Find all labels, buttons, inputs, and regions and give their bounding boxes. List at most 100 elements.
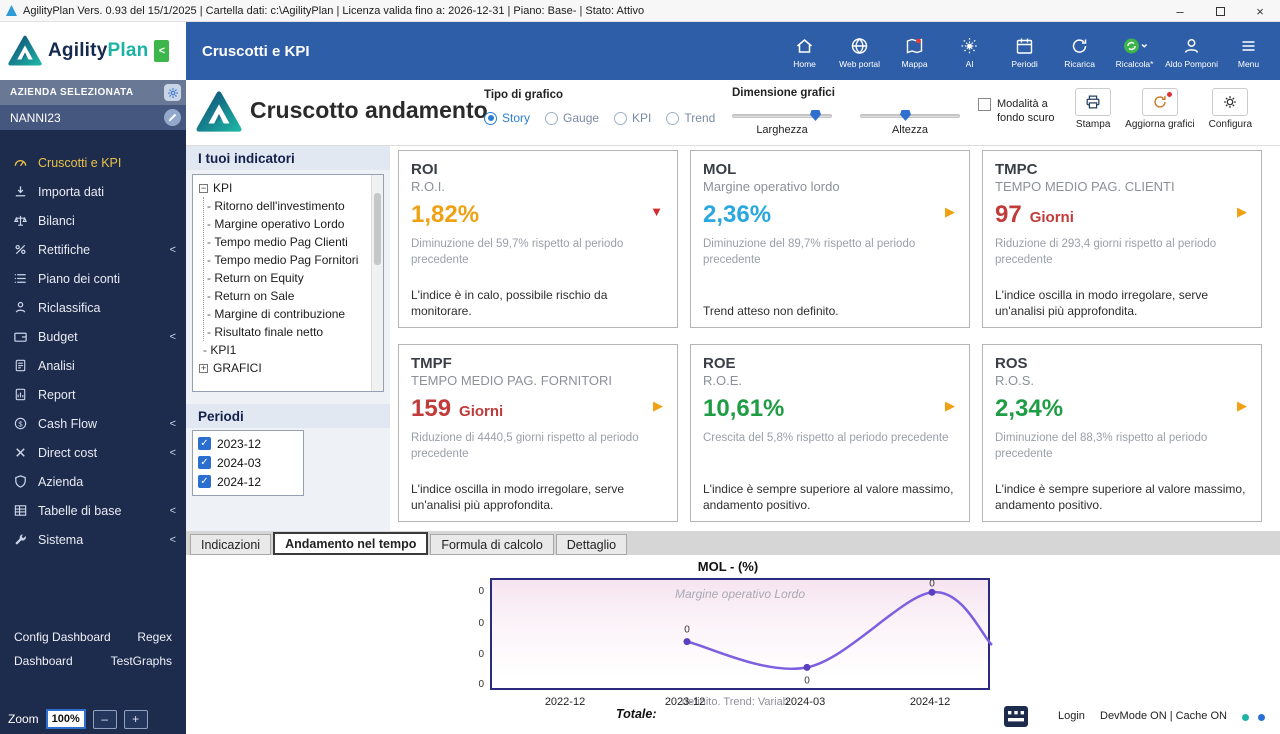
zoom-label: Zoom bbox=[8, 712, 39, 726]
sidebar-item-label: Analisi bbox=[38, 358, 75, 373]
sidebar-item-azienda[interactable]: Azienda bbox=[0, 467, 186, 496]
sidebar-item-direct-cost[interactable]: Direct cost < bbox=[0, 438, 186, 467]
configure-button[interactable]: Configura bbox=[1209, 88, 1252, 130]
tree-leaf-margine-di-contribuzione[interactable]: Margine di contribuzione bbox=[207, 305, 369, 323]
kpi-card-roe[interactable]: ROE R.O.E. 10,61% ▶ Crescita del 5,8% ris… bbox=[690, 344, 970, 522]
status-dot-blue[interactable] bbox=[1258, 714, 1265, 721]
nav-home[interactable]: Home bbox=[777, 25, 832, 79]
nav-ricalcola[interactable]: Ricalcola* bbox=[1107, 25, 1162, 79]
kpi-name: TEMPO MEDIO PAG. CLIENTI bbox=[995, 179, 1175, 194]
sidebar-item-riclassifica[interactable]: Riclassifica bbox=[0, 293, 186, 322]
checkbox-checked-icon[interactable] bbox=[198, 456, 211, 469]
checkbox-checked-icon[interactable] bbox=[198, 475, 211, 488]
period-2024-12[interactable]: 2024-12 bbox=[198, 472, 298, 491]
kpi-card-tmpf[interactable]: TMPF TEMPO MEDIO PAG. FORNITORI 159 Giorn… bbox=[398, 344, 678, 522]
nav-menu[interactable]: Menu bbox=[1221, 25, 1276, 79]
sidebar-item-importa-dati[interactable]: Importa dati bbox=[0, 177, 186, 206]
dark-mode-toggle[interactable]: Modalità a fondo scuro bbox=[978, 97, 1066, 126]
sidebar-item-report[interactable]: Report bbox=[0, 380, 186, 409]
tree-node-kpi[interactable]: KPI bbox=[199, 179, 369, 197]
tree-leaf-ritorno-investimento[interactable]: Ritorno dell'investimento bbox=[207, 197, 369, 215]
height-slider-handle[interactable] bbox=[900, 110, 911, 121]
x-icon bbox=[16, 448, 25, 457]
tree-leaf-tempo-medio-pag-clienti[interactable]: Tempo medio Pag Clienti bbox=[207, 233, 369, 251]
sidebar-item-tabelle-di-base[interactable]: Tabelle di base < bbox=[0, 496, 186, 525]
tree-leaf-tempo-medio-pag-fornitori[interactable]: Tempo medio Pag Fornitori bbox=[207, 251, 369, 269]
nav-user[interactable]: Aldo Pomponi bbox=[1162, 25, 1221, 79]
tree-node-grafici[interactable]: GRAFICI bbox=[199, 359, 369, 377]
collapse-sidebar-button[interactable]: < bbox=[154, 40, 170, 62]
nav-ai[interactable]: AI bbox=[942, 25, 997, 79]
link-testgraphs[interactable]: TestGraphs bbox=[111, 654, 172, 668]
sidebar-item-analisi[interactable]: Analisi bbox=[0, 351, 186, 380]
edit-company-button[interactable] bbox=[164, 109, 181, 126]
collapse-node-icon[interactable] bbox=[199, 183, 208, 193]
status-dot-teal[interactable] bbox=[1242, 714, 1249, 721]
kpi-card-ros[interactable]: ROS R.O.S. 2,34% ▶ Diminuzione del 88,3% … bbox=[982, 344, 1262, 522]
tree-leaf-label: Tempo medio Pag Clienti bbox=[214, 235, 348, 249]
periods-list: 2023-12 2024-03 2024-12 bbox=[192, 430, 304, 496]
radio-gauge[interactable]: Gauge bbox=[545, 111, 599, 125]
sidebar-item-cash-flow[interactable]: $ Cash Flow < bbox=[0, 409, 186, 438]
keyboard-grid-icon[interactable] bbox=[1004, 706, 1028, 727]
tab-indicazioni[interactable]: Indicazioni bbox=[190, 534, 272, 555]
maximize-button[interactable] bbox=[1200, 0, 1240, 22]
sidebar-item-piano-dei-conti[interactable]: Piano dei conti bbox=[0, 264, 186, 293]
period-2023-12[interactable]: 2023-12 bbox=[198, 434, 298, 453]
nav-periodi[interactable]: Periodi bbox=[997, 25, 1052, 79]
sidebar-item-bilanci[interactable]: Bilanci bbox=[0, 206, 186, 235]
nav-label: Ricarica bbox=[1064, 58, 1095, 69]
zoom-out-button[interactable]: – bbox=[92, 709, 117, 729]
sidebar-item-rettifiche[interactable]: Rettifiche < bbox=[0, 235, 186, 264]
link-regex[interactable]: Regex bbox=[137, 630, 172, 644]
print-button[interactable]: Stampa bbox=[1075, 88, 1112, 130]
radio-story[interactable]: Story bbox=[484, 111, 530, 125]
radio-dot bbox=[545, 111, 559, 125]
link-dashboard[interactable]: Dashboard bbox=[14, 654, 73, 668]
dark-mode-checkbox[interactable] bbox=[978, 98, 991, 111]
zoom-in-button[interactable]: + bbox=[123, 709, 148, 729]
tab-dettaglio[interactable]: Dettaglio bbox=[555, 534, 628, 555]
checkbox-checked-icon[interactable] bbox=[198, 437, 211, 450]
tree-scrollbar[interactable] bbox=[371, 175, 383, 391]
tree-leaf-risultato-finale-netto[interactable]: Risultato finale netto bbox=[207, 323, 369, 341]
kpi-delta: Riduzione di 4440,5 giorni rispetto al p… bbox=[411, 432, 639, 461]
sidebar-item-cruscotti-e-kpi[interactable]: Cruscotti e KPI bbox=[0, 148, 186, 177]
radio-trend[interactable]: Trend bbox=[666, 111, 715, 125]
total-label: Totale: bbox=[616, 707, 657, 721]
nav-label: AI bbox=[965, 58, 974, 69]
expand-node-icon[interactable] bbox=[199, 363, 208, 373]
kpi-card-roi[interactable]: ROI R.O.I. 1,82% ▼ Diminuzione del 59,7% … bbox=[398, 150, 678, 328]
width-slider-handle[interactable] bbox=[810, 110, 821, 121]
trend-flat-icon: ▶ bbox=[945, 398, 955, 413]
tree-leaf-return-on-equity[interactable]: Return on Equity bbox=[207, 269, 369, 287]
menu-icon bbox=[1242, 40, 1255, 51]
tree-node-kpi1[interactable]: KPI1 bbox=[203, 341, 369, 359]
brand-panel: AgilityPlan < bbox=[0, 22, 186, 80]
radio-dot bbox=[484, 111, 497, 125]
login-status[interactable]: Login bbox=[1058, 710, 1085, 722]
zoom-value[interactable]: 100% bbox=[45, 709, 86, 729]
tree-node-label: KPI1 bbox=[210, 343, 237, 357]
kpi-note: L'indice è in calo, possibile rischio da… bbox=[411, 287, 608, 318]
agilityplan-logo-icon bbox=[8, 35, 42, 66]
minimize-button[interactable]: – bbox=[1160, 0, 1200, 22]
tab-andamento-nel-tempo[interactable]: Andamento nel tempo bbox=[273, 532, 429, 555]
tab-formula-di-calcolo[interactable]: Formula di calcolo bbox=[430, 534, 554, 555]
nav-mappa[interactable]: Mappa bbox=[887, 25, 942, 79]
tree-leaf-margine-operativo-lordo[interactable]: Margine operativo Lordo bbox=[207, 215, 369, 233]
kpi-card-tmpc[interactable]: TMPC TEMPO MEDIO PAG. CLIENTI 97 Giorni ▶ … bbox=[982, 150, 1262, 328]
kpi-card-mol[interactable]: MOL Margine operativo lordo 2,36% ▶ Dimin… bbox=[690, 150, 970, 328]
nav-ricarica[interactable]: Ricarica bbox=[1052, 25, 1107, 79]
tree-leaf-return-on-sale[interactable]: Return on Sale bbox=[207, 287, 369, 305]
company-settings-button[interactable] bbox=[164, 84, 181, 101]
period-2024-03[interactable]: 2024-03 bbox=[198, 453, 298, 472]
nav-web-portal[interactable]: Web portal bbox=[832, 25, 887, 79]
sidebar-item-budget[interactable]: Budget < bbox=[0, 322, 186, 351]
close-button[interactable]: × bbox=[1240, 0, 1280, 22]
refresh-charts-button[interactable]: Aggiorna grafici bbox=[1125, 88, 1195, 130]
link-config-dashboard[interactable]: Config Dashboard bbox=[14, 630, 111, 644]
sidebar-item-sistema[interactable]: Sistema < bbox=[0, 525, 186, 554]
kpi-tree: KPI Ritorno dell'investimento Margine op… bbox=[192, 174, 384, 392]
radio-kpi[interactable]: KPI bbox=[614, 111, 651, 125]
